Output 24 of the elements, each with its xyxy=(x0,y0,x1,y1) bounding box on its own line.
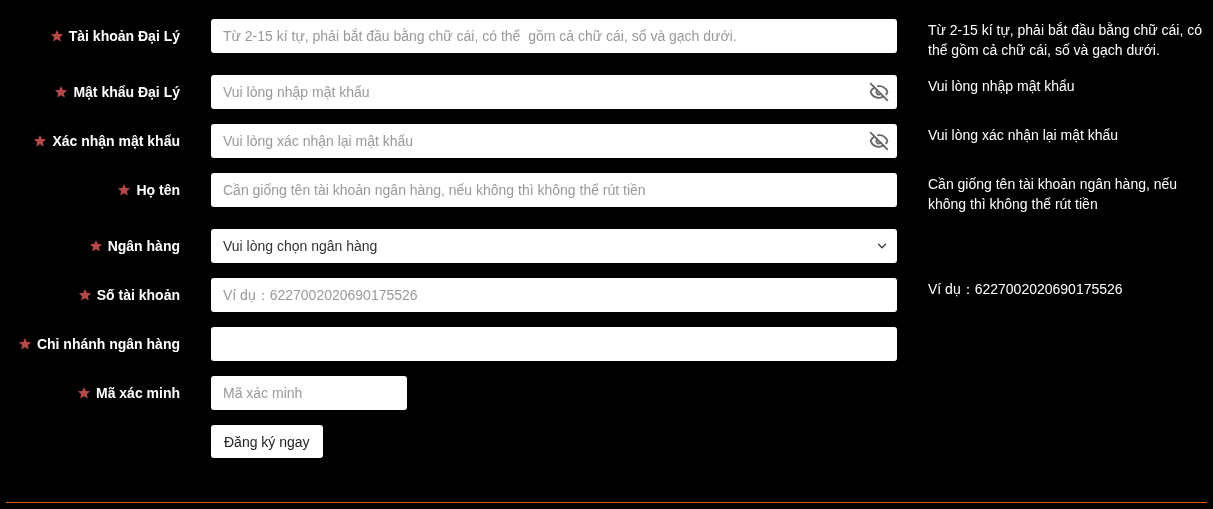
input-field[interactable]: Mã xác minh xyxy=(211,376,407,410)
password-field[interactable]: Vui lòng nhập mật khẩu xyxy=(211,75,897,109)
register-button[interactable]: Đăng ký ngay xyxy=(211,425,323,458)
bank-select[interactable]: Vui lòng chọn ngân hàng xyxy=(211,229,897,263)
input-field[interactable]: Ví dụ：6227002020690175526 xyxy=(211,278,897,312)
field-hint: Vui lòng nhập mật khẩu xyxy=(928,77,1076,96)
input-field[interactable]: Từ 2-15 kí tự, phải bắt đầu bằng chữ cái, có thể gồm cả chữ cái, số và gạch dưới. xyxy=(211,19,897,53)
field-label: Họ tên xyxy=(136,182,180,198)
field-label: Ngân hàng xyxy=(107,238,180,254)
field-label: Chi nhánh ngân hàng xyxy=(36,336,180,352)
field-label: Số tài khoản xyxy=(96,287,180,303)
field-label: Mật khẩu Đại Lý xyxy=(73,84,180,100)
field-label: Tài khoản Đại Lý xyxy=(68,28,180,44)
input-field[interactable]: Cần giống tên tài khoản ngân hàng, nếu không thì không thể rút tiền xyxy=(211,173,897,207)
input-field[interactable] xyxy=(211,327,897,361)
field-hint: Ví dụ：6227002020690175526 xyxy=(928,280,1124,299)
field-hint: Từ 2-15 kí tự, phải bắt đầu bằng chữ cái, có thể gồm cả chữ cái, số và gạch dưới. xyxy=(928,21,1204,60)
field-label: Xác nhận mật khẩu xyxy=(52,133,180,149)
eye-slash-icon[interactable] xyxy=(869,131,889,151)
eye-slash-icon[interactable] xyxy=(869,82,889,102)
field-hint: Vui lòng xác nhận lại mật khẩu xyxy=(928,126,1120,145)
field-hint: Cần giống tên tài khoản ngân hàng, nếu không thì không thể rút tiền xyxy=(928,175,1179,214)
field-label: Mã xác minh xyxy=(95,385,180,401)
password-field[interactable]: Vui lòng xác nhận lại mật khẩu xyxy=(211,124,897,158)
